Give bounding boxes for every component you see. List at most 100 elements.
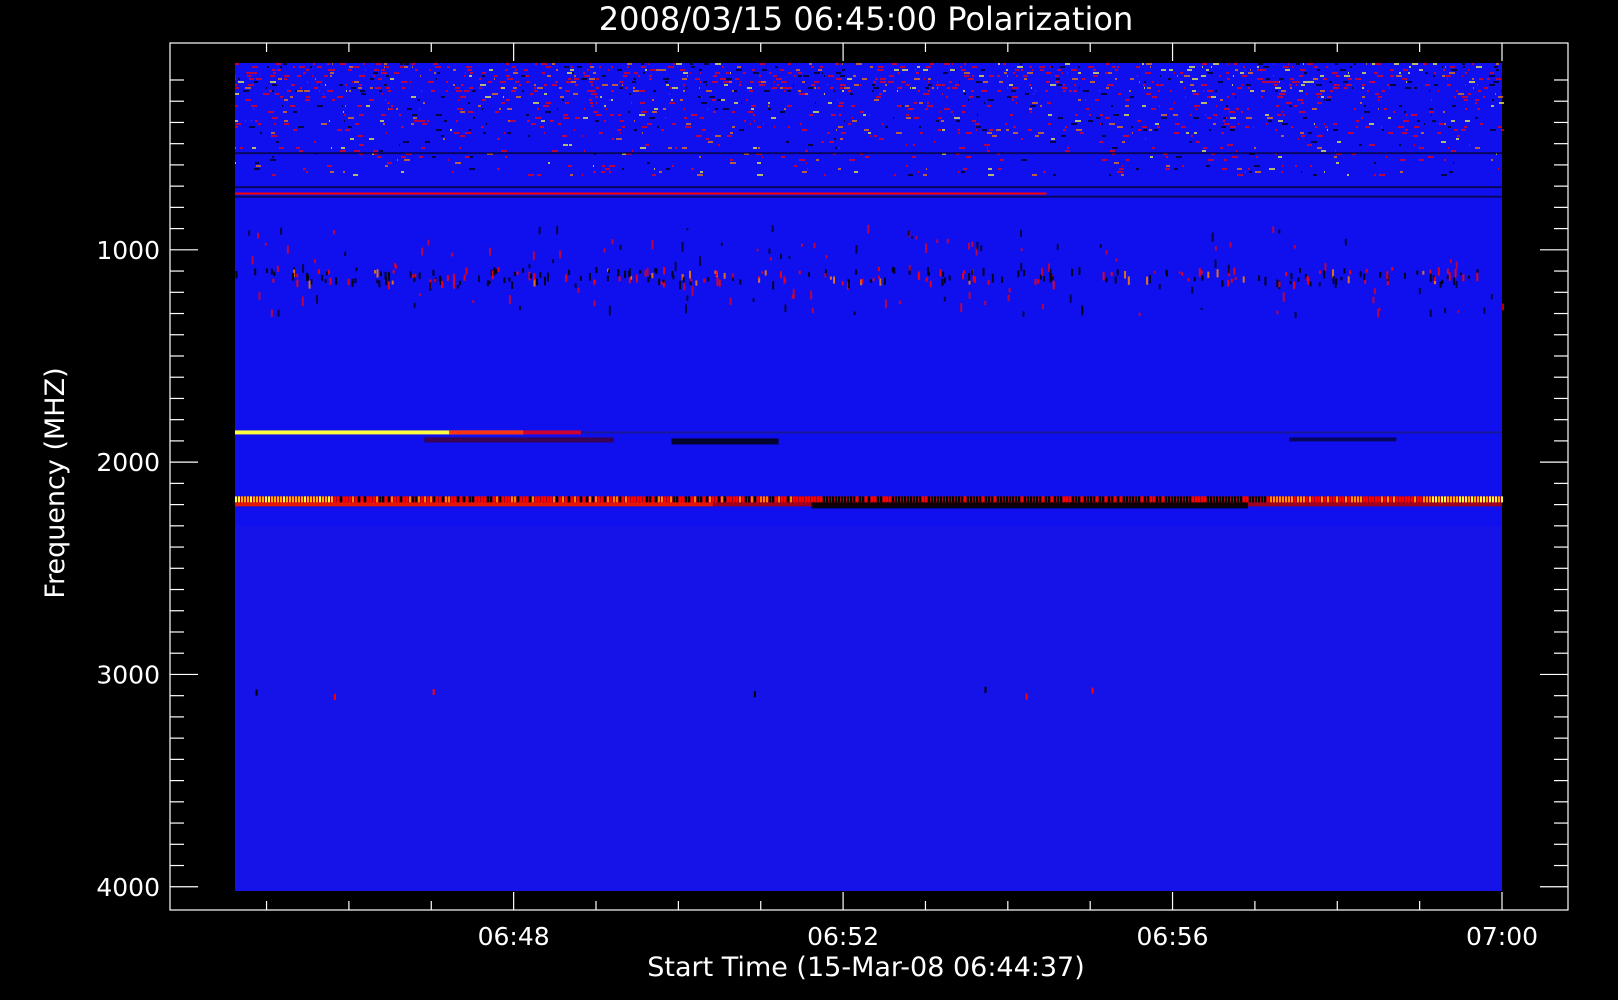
speckle xyxy=(342,105,343,107)
speckle xyxy=(1057,69,1061,71)
speckle xyxy=(463,274,466,281)
speckle xyxy=(850,93,853,95)
speckle xyxy=(1325,126,1328,128)
speckle xyxy=(1441,279,1444,285)
speckle xyxy=(1008,288,1011,293)
speckle xyxy=(1425,84,1430,86)
band-2180-stripe xyxy=(1261,496,1263,503)
speckle xyxy=(1456,138,1459,140)
speckle xyxy=(1364,105,1366,107)
speckle xyxy=(548,162,550,164)
band-2180-stripe xyxy=(985,496,987,503)
speckle xyxy=(662,279,665,283)
band-2180-stripe xyxy=(898,496,900,503)
speckle xyxy=(1352,87,1353,89)
speckle xyxy=(735,78,739,80)
speckle xyxy=(1122,141,1125,143)
speckle xyxy=(1180,81,1183,83)
speckle xyxy=(271,135,277,137)
speckle xyxy=(1267,117,1273,119)
speckle xyxy=(538,226,541,235)
speckle xyxy=(863,114,866,116)
band-2180-stripe xyxy=(571,496,573,503)
speckle xyxy=(323,93,324,95)
speckle xyxy=(571,66,573,68)
speckle xyxy=(691,66,695,68)
speckle xyxy=(757,162,761,164)
speckle xyxy=(672,165,674,167)
speckle xyxy=(1029,66,1032,68)
speckle xyxy=(295,90,297,92)
speckle xyxy=(458,99,459,101)
speckle xyxy=(849,159,855,161)
speckle xyxy=(547,75,551,77)
speckle xyxy=(1069,90,1072,92)
speckle xyxy=(595,120,599,122)
speckle xyxy=(305,99,310,101)
band-2180-stripe xyxy=(373,496,375,503)
speckle xyxy=(699,69,702,71)
speckle xyxy=(1320,90,1325,92)
speckle xyxy=(715,270,718,277)
speckle xyxy=(670,87,672,89)
speckle xyxy=(930,63,934,65)
speckle xyxy=(802,81,805,83)
speckle xyxy=(814,81,819,83)
band-2180-stripe xyxy=(637,496,639,503)
speckle xyxy=(788,126,790,128)
speckle xyxy=(1227,144,1233,146)
band-2180-stripe xyxy=(799,496,801,503)
speckle xyxy=(629,93,631,95)
speckle xyxy=(434,278,437,283)
speckle xyxy=(312,75,313,77)
speckle xyxy=(1479,78,1483,80)
band-2180-stripe xyxy=(277,496,279,503)
speckle xyxy=(544,132,545,134)
speckle xyxy=(1109,174,1111,176)
speckle xyxy=(798,270,801,275)
speckle xyxy=(296,147,300,149)
speckle xyxy=(1202,63,1207,65)
speckle xyxy=(400,63,403,65)
speckle xyxy=(706,81,707,83)
speckle xyxy=(713,75,717,77)
speckle xyxy=(596,78,599,80)
speckle xyxy=(1487,78,1490,80)
speckle xyxy=(844,120,845,122)
band-1860 xyxy=(1289,437,1397,442)
speckle xyxy=(968,78,974,80)
band-2180-stripe xyxy=(940,496,942,503)
speckle xyxy=(897,90,898,92)
speckle xyxy=(1246,117,1252,119)
band-2180-stripe xyxy=(274,496,276,503)
speckle xyxy=(455,162,461,164)
speckle xyxy=(952,87,957,89)
band-2180-stripe xyxy=(1315,496,1317,503)
speckle xyxy=(706,84,707,86)
band-2180-stripe xyxy=(838,496,840,503)
speckle xyxy=(617,69,622,71)
speckle xyxy=(508,120,510,122)
speckle xyxy=(559,87,562,89)
band-2180-stripe xyxy=(1480,496,1482,503)
speckle xyxy=(761,271,764,274)
band-2180-stripe xyxy=(1165,496,1167,503)
speckle xyxy=(962,111,965,113)
speckle xyxy=(787,105,792,107)
speckle xyxy=(617,129,621,131)
speckle xyxy=(454,132,459,134)
band-2180-stripe xyxy=(892,496,894,503)
speckle xyxy=(321,123,327,125)
speckle xyxy=(854,84,859,86)
speckle xyxy=(1198,267,1201,277)
speckle xyxy=(717,99,721,101)
speckle xyxy=(608,69,609,71)
band-2180-stripe xyxy=(748,496,750,503)
band-2180-stripe xyxy=(616,496,618,503)
band-2180-stripe xyxy=(1450,496,1452,503)
speckle xyxy=(1152,81,1154,83)
speckle xyxy=(1043,275,1046,282)
band-2180-stripe xyxy=(967,496,969,503)
speckle xyxy=(369,99,374,101)
band-2180-stripe xyxy=(586,496,588,503)
